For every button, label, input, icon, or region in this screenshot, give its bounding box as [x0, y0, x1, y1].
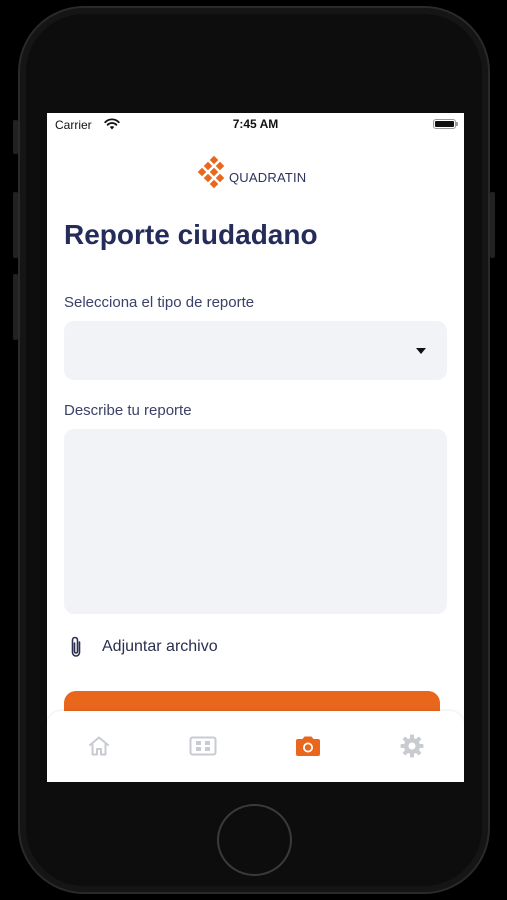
- description-textarea[interactable]: [64, 429, 447, 614]
- report-type-label: Selecciona el tipo de reporte: [64, 294, 255, 311]
- page-title: Reporte ciudadano: [64, 219, 318, 250]
- attach-file-label: Adjuntar archivo: [102, 638, 218, 655]
- status-bar: Carrier 7:45 AM: [47, 113, 464, 135]
- home-icon: [89, 736, 109, 756]
- gear-icon: [400, 734, 424, 758]
- quadratin-logo: QUADRATIN: [197, 156, 306, 192]
- caret-down-icon: [416, 348, 426, 354]
- description-label: Describe tu reporte: [64, 402, 192, 419]
- app-screen: Carrier 7:45 AM QUADRATIN Reporte ciudad…: [47, 113, 464, 782]
- status-time: 7:45 AM: [232, 117, 279, 131]
- paperclip-icon: [71, 636, 81, 657]
- power-button: [490, 192, 495, 258]
- tab-settings[interactable]: [392, 731, 432, 761]
- logo-mark-icon: [197, 156, 225, 189]
- grid-icon: [189, 736, 217, 756]
- battery-icon: [433, 119, 458, 129]
- camera-icon: [296, 736, 320, 756]
- tab-camera[interactable]: [288, 731, 328, 761]
- tab-home[interactable]: [79, 731, 119, 761]
- report-type-select[interactable]: [64, 321, 447, 380]
- tab-grid[interactable]: [183, 731, 223, 761]
- home-button[interactable]: [217, 804, 292, 876]
- attach-file-button[interactable]: Adjuntar archivo: [67, 633, 218, 661]
- bottom-tab-bar: [47, 711, 464, 782]
- logo-text: QUADRATIN: [229, 169, 307, 185]
